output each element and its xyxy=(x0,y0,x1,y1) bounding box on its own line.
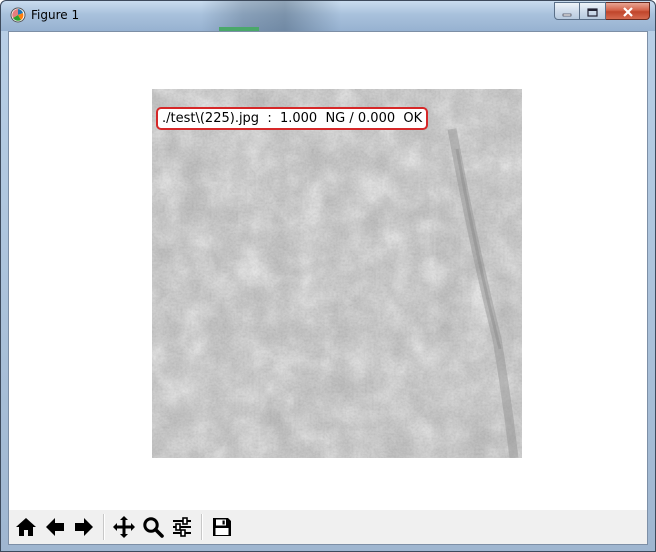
floppy-disk-icon xyxy=(211,516,233,538)
figure-canvas[interactable]: ./test\(225).jpg : 1.000 NG / 0.000 OK xyxy=(8,31,648,545)
home-button[interactable] xyxy=(12,513,40,541)
title-bar[interactable]: Figure 1 xyxy=(1,1,655,31)
pan-button[interactable] xyxy=(110,513,138,541)
close-button[interactable] xyxy=(606,2,650,20)
prediction-annotation: ./test\(225).jpg : 1.000 NG / 0.000 OK xyxy=(156,107,429,130)
matplotlib-icon xyxy=(10,7,26,23)
close-icon xyxy=(622,2,634,21)
minimize-button[interactable] xyxy=(554,2,580,20)
toolbar-separator xyxy=(201,514,203,540)
home-icon xyxy=(15,516,37,538)
zoom-button[interactable] xyxy=(139,513,167,541)
back-button[interactable] xyxy=(41,513,69,541)
configure-subplots-button[interactable] xyxy=(168,513,196,541)
forward-button[interactable] xyxy=(70,513,98,541)
arrow-left-icon xyxy=(44,516,66,538)
save-button[interactable] xyxy=(208,513,236,541)
figure-window: Figure 1 ./test\(225).jpg: 1.000 NG / 0… xyxy=(0,0,656,552)
move-icon xyxy=(112,515,136,539)
maximize-icon xyxy=(587,2,598,21)
arrow-right-icon xyxy=(73,516,95,538)
window-title: Figure 1 xyxy=(31,8,80,22)
texture-image xyxy=(152,89,522,458)
navigation-toolbar xyxy=(9,510,647,544)
maximize-button[interactable] xyxy=(580,2,606,20)
minimize-icon xyxy=(562,2,572,21)
caption-buttons xyxy=(554,2,650,21)
toolbar-separator xyxy=(103,514,105,540)
magnifier-icon xyxy=(142,516,164,538)
sliders-icon xyxy=(171,516,193,538)
